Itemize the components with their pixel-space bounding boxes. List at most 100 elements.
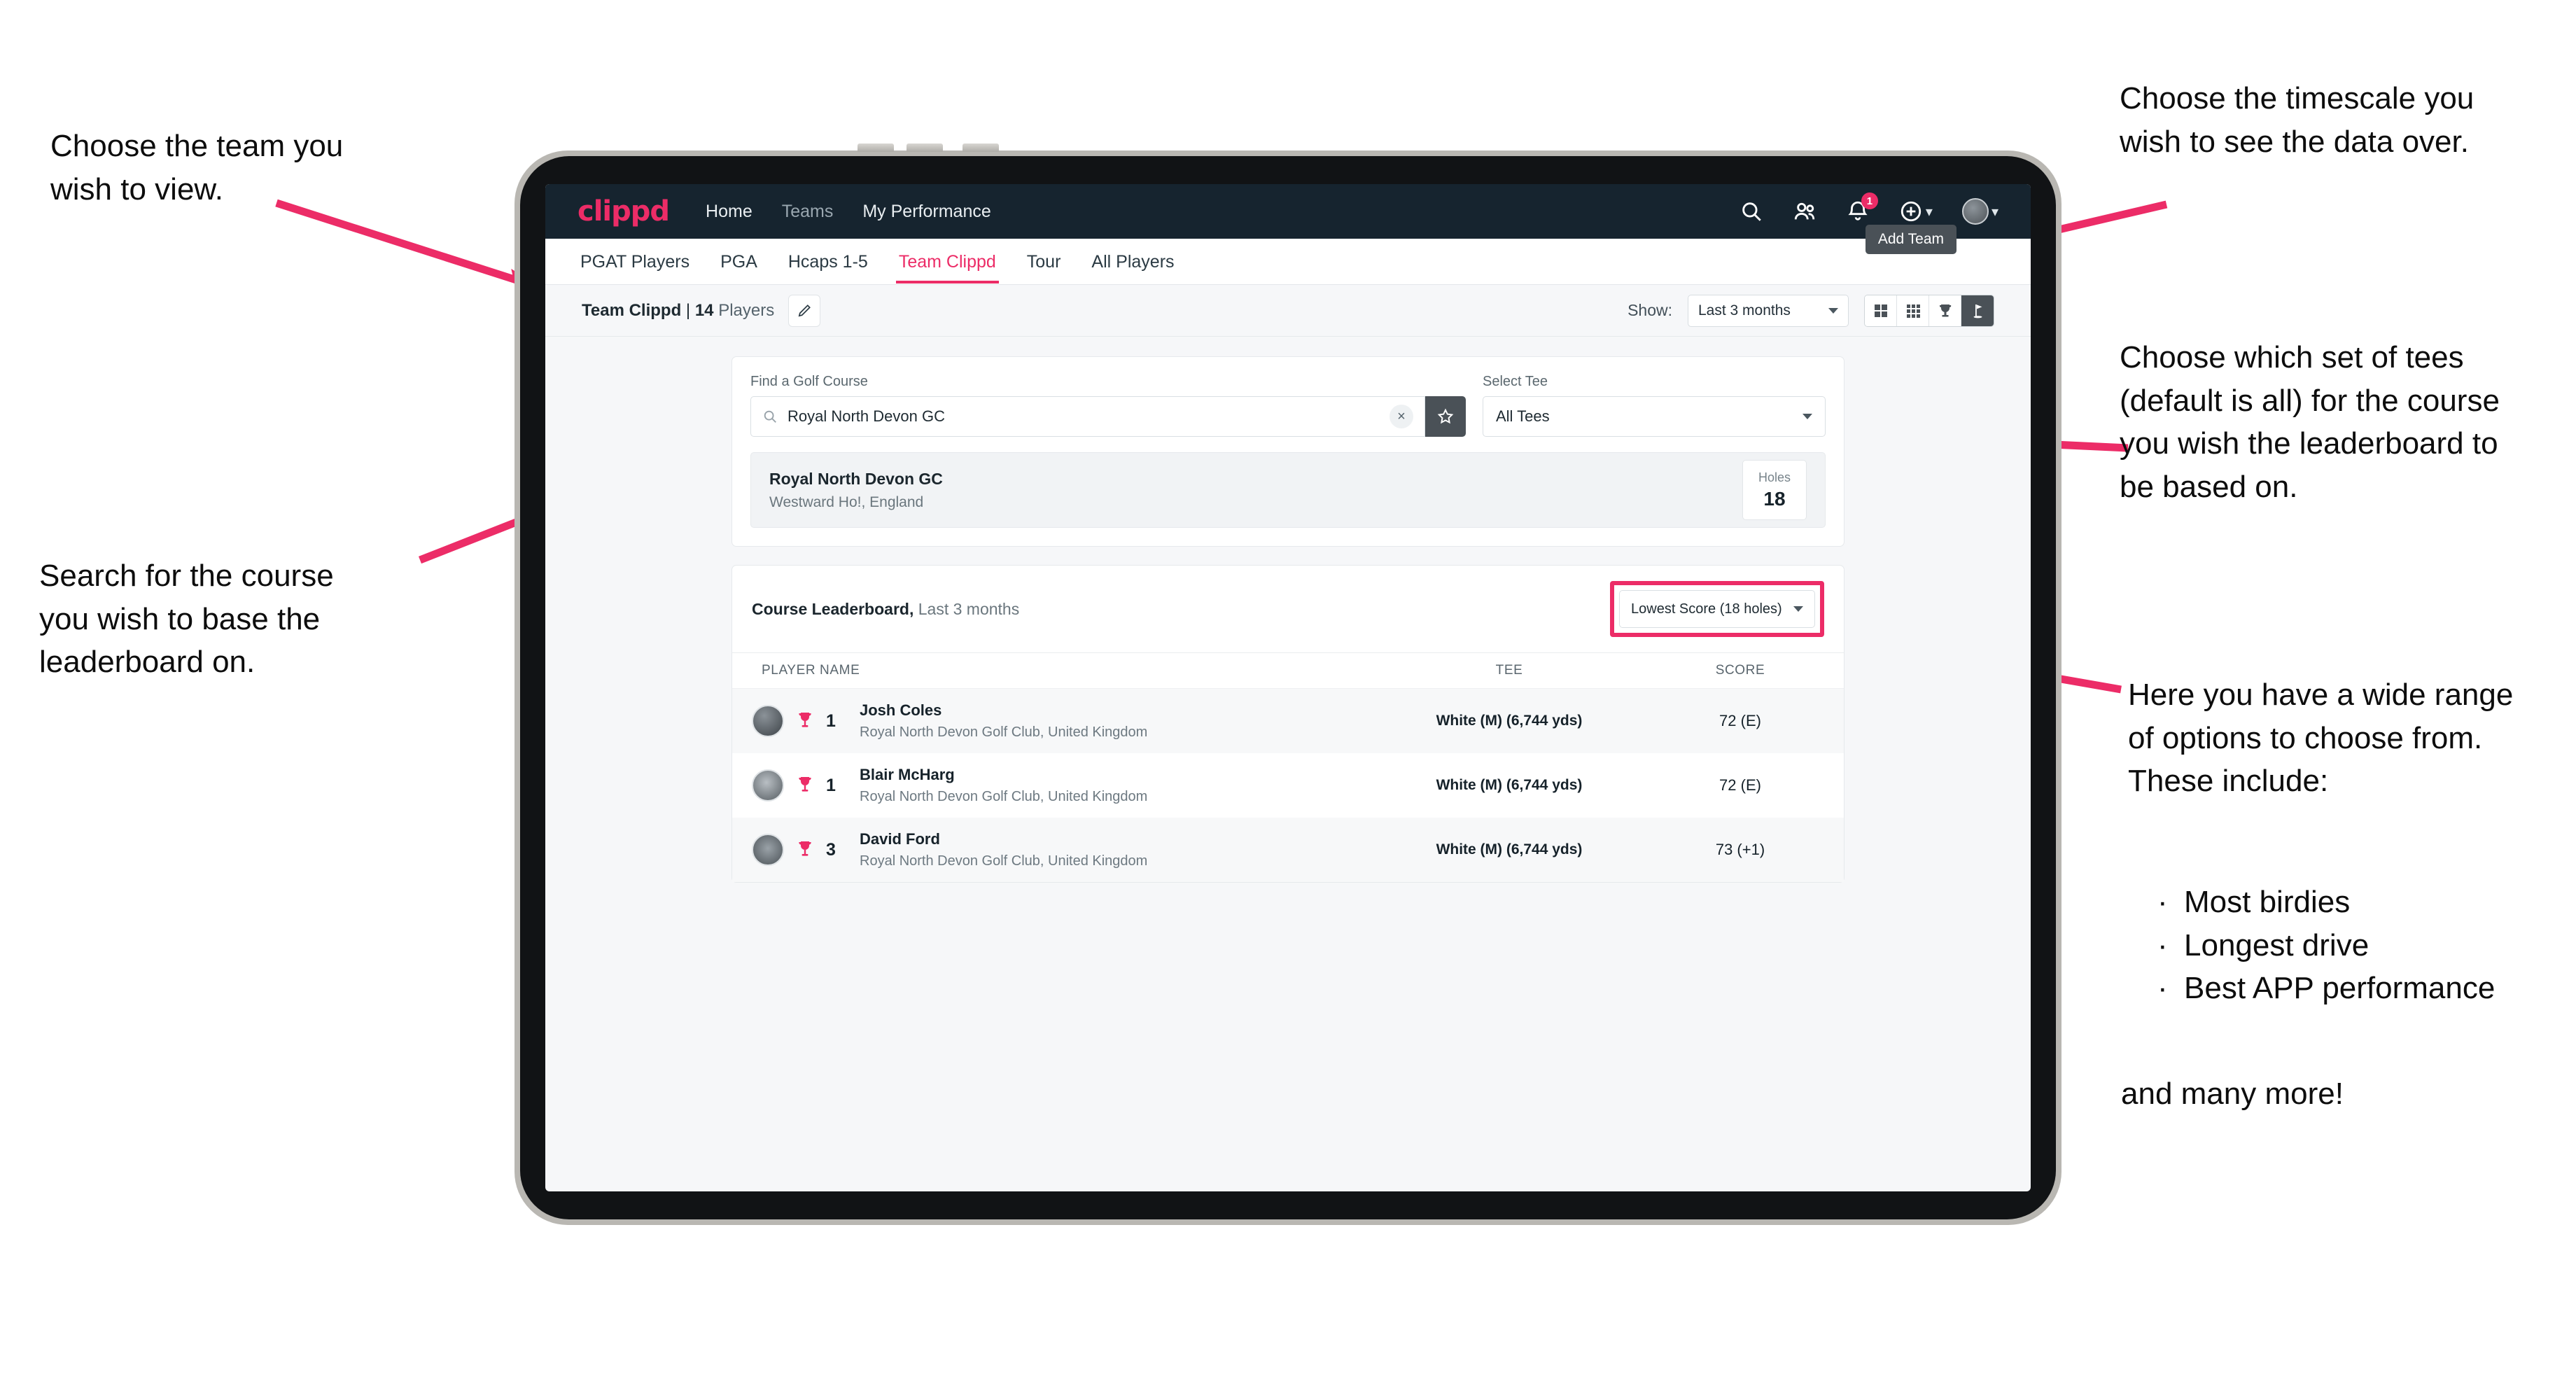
annotation-list-item: · Longest drive xyxy=(2157,924,2576,967)
tee-select-label: Select Tee xyxy=(1483,374,1548,389)
tab-pgat-players[interactable]: PGAT Players xyxy=(580,239,690,284)
annotation-list-item: · Best APP performance xyxy=(2157,967,2576,1010)
team-name: Team Clippd xyxy=(582,300,682,320)
table-row[interactable]: 3 David Ford Royal North Devon Golf Club… xyxy=(732,818,1844,882)
player-cell: 1 Josh Coles Royal North Devon Golf Club… xyxy=(752,701,1362,741)
annotation-list-label: Best APP performance xyxy=(2184,971,2496,1006)
trophy-icon xyxy=(797,711,813,731)
notifications-bell-icon[interactable]: 1 xyxy=(1846,192,1878,223)
course-result-name: Royal North Devon GC xyxy=(769,469,943,488)
plus-circle-icon[interactable] xyxy=(1899,200,1923,223)
search-icon xyxy=(764,410,776,423)
leaderboard-sort-highlight: Lowest Score (18 holes) xyxy=(1610,581,1824,637)
player-club: Royal North Devon Golf Club, United King… xyxy=(860,853,1148,869)
pencil-icon xyxy=(798,304,811,317)
tab-all-players[interactable]: All Players xyxy=(1091,239,1174,284)
people-icon[interactable] xyxy=(1793,200,1816,223)
chevron-down-icon xyxy=(1828,307,1838,314)
team-sep: | xyxy=(681,300,695,320)
nav-link-my-performance[interactable]: My Performance xyxy=(862,202,990,222)
tab-tour[interactable]: Tour xyxy=(1027,239,1061,284)
tablet-device: clippd Home Teams My Performance 1 ▾ ▾ P… xyxy=(514,144,2062,1225)
volume-down-button[interactable] xyxy=(906,144,943,152)
search-icon[interactable] xyxy=(1740,200,1763,223)
grid-large-icon[interactable] xyxy=(1865,295,1897,326)
leaderboard-sort-value: Lowest Score (18 holes) xyxy=(1631,601,1782,617)
avatar xyxy=(752,834,784,866)
tee-select[interactable]: All Tees xyxy=(1483,396,1826,437)
annotation-tees: Choose which set of tees (default is all… xyxy=(2120,340,2500,504)
trophy-icon[interactable] xyxy=(1929,295,1961,326)
chevron-down-icon: ▾ xyxy=(1925,204,1933,220)
favourite-star-button[interactable] xyxy=(1425,396,1466,437)
column-score: SCORE xyxy=(1715,663,1765,678)
tablet-screen: clippd Home Teams My Performance 1 ▾ ▾ P… xyxy=(545,184,2031,1191)
course-result-text: Royal North Devon GC Westward Ho!, Engla… xyxy=(769,470,943,511)
golf-flag-icon[interactable] xyxy=(1961,295,1994,326)
course-search-input[interactable]: Royal North Devon GC × xyxy=(750,396,1425,437)
course-result-row[interactable]: Royal North Devon GC Westward Ho!, Engla… xyxy=(750,452,1826,528)
leaderboard-title-main: Course Leaderboard, xyxy=(752,599,914,618)
screenshot-stage: Choose the team you wish to view. Choose… xyxy=(0,0,2576,1386)
player-club: Royal North Devon Golf Club, United King… xyxy=(860,724,1148,740)
player-score: 72 (E) xyxy=(1719,776,1761,794)
timescale-value: Last 3 months xyxy=(1698,302,1791,318)
team-tabs: PGAT Players PGA Hcaps 1-5 Team Clippd T… xyxy=(545,225,2031,285)
nav-actions: 1 ▾ ▾ xyxy=(1740,192,1998,225)
leaderboard-column-headers: PLAYER NAME TEE SCORE xyxy=(732,653,1844,689)
add-team-tooltip: Add Team xyxy=(1865,225,1956,254)
bullet-glyph: · xyxy=(2157,971,2168,1006)
tab-team-clippd[interactable]: Team Clippd xyxy=(895,239,999,284)
player-tee: White (M) (6,744 yds) xyxy=(1436,841,1583,858)
leaderboard-header: Course Leaderboard, Last 3 months Lowest… xyxy=(732,566,1844,653)
volume-up-button[interactable] xyxy=(858,144,894,152)
player-identity: Josh Coles Royal North Devon Golf Club, … xyxy=(860,701,1147,741)
power-button[interactable] xyxy=(962,144,999,152)
leaderboard-title-sub: Last 3 months xyxy=(913,599,1020,618)
table-row[interactable]: 1 Josh Coles Royal North Devon Golf Club… xyxy=(732,689,1844,753)
player-rank: 1 xyxy=(826,775,836,795)
bullet-glyph: · xyxy=(2157,885,2168,919)
add-menu[interactable]: ▾ xyxy=(1899,200,1933,223)
player-rank: 3 xyxy=(826,839,836,860)
annotation-list-item: · Most birdies xyxy=(2157,881,2576,924)
leaderboard-sort-select[interactable]: Lowest Score (18 holes) xyxy=(1619,590,1815,628)
player-name: David Ford xyxy=(860,830,940,848)
tab-hcaps-1-5[interactable]: Hcaps 1-5 xyxy=(788,239,868,284)
player-name: Josh Coles xyxy=(860,701,942,719)
chevron-down-icon: ▾ xyxy=(1991,204,1998,220)
column-tee: TEE xyxy=(1495,663,1523,678)
nav-link-teams[interactable]: Teams xyxy=(782,202,834,222)
column-player-name: PLAYER NAME xyxy=(762,663,860,678)
course-search-value: Royal North Devon GC xyxy=(788,407,945,425)
chevron-down-icon xyxy=(1793,606,1803,612)
tee-select-group: Select Tee All Tees xyxy=(1483,374,1826,437)
bullet-glyph: · xyxy=(2157,927,2168,962)
player-cell: 3 David Ford Royal North Devon Golf Club… xyxy=(752,830,1362,869)
player-cell: 1 Blair McHarg Royal North Devon Golf Cl… xyxy=(752,766,1362,805)
tee-select-value: All Tees xyxy=(1496,407,1550,425)
annotation-options-intro: Here you have a wide range of options to… xyxy=(2128,678,2514,799)
trophy-icon xyxy=(797,840,813,860)
timescale-select[interactable]: Last 3 months xyxy=(1688,294,1849,327)
course-result-location: Westward Ho!, England xyxy=(769,493,924,510)
clear-icon[interactable]: × xyxy=(1390,405,1413,428)
player-score: 73 (+1) xyxy=(1715,841,1765,858)
avatar[interactable] xyxy=(1961,198,1989,225)
table-row[interactable]: 1 Blair McHarg Royal North Devon Golf Cl… xyxy=(732,753,1844,818)
tab-pga[interactable]: PGA xyxy=(720,239,757,284)
annotation-options-list: · Most birdies · Longest drive · Best AP… xyxy=(2157,881,2576,1010)
clippd-logo[interactable]: clippd xyxy=(578,195,670,227)
account-menu[interactable]: ▾ xyxy=(1961,198,1998,225)
player-name: Blair McHarg xyxy=(860,766,955,783)
player-identity: Blair McHarg Royal North Devon Golf Club… xyxy=(860,766,1147,805)
nav-link-home[interactable]: Home xyxy=(706,202,752,222)
course-search-group: Find a Golf Course Royal North Devon GC … xyxy=(750,374,1466,437)
chevron-down-icon xyxy=(1802,414,1812,419)
edit-team-button[interactable] xyxy=(788,294,821,327)
avatar xyxy=(752,769,784,802)
top-navbar: clippd Home Teams My Performance 1 ▾ ▾ xyxy=(545,184,2031,239)
grid-small-icon[interactable] xyxy=(1897,295,1929,326)
toolbar-right: Show: Last 3 months xyxy=(1628,294,1994,327)
annotation-options-outro: and many more! xyxy=(2121,1077,2344,1111)
